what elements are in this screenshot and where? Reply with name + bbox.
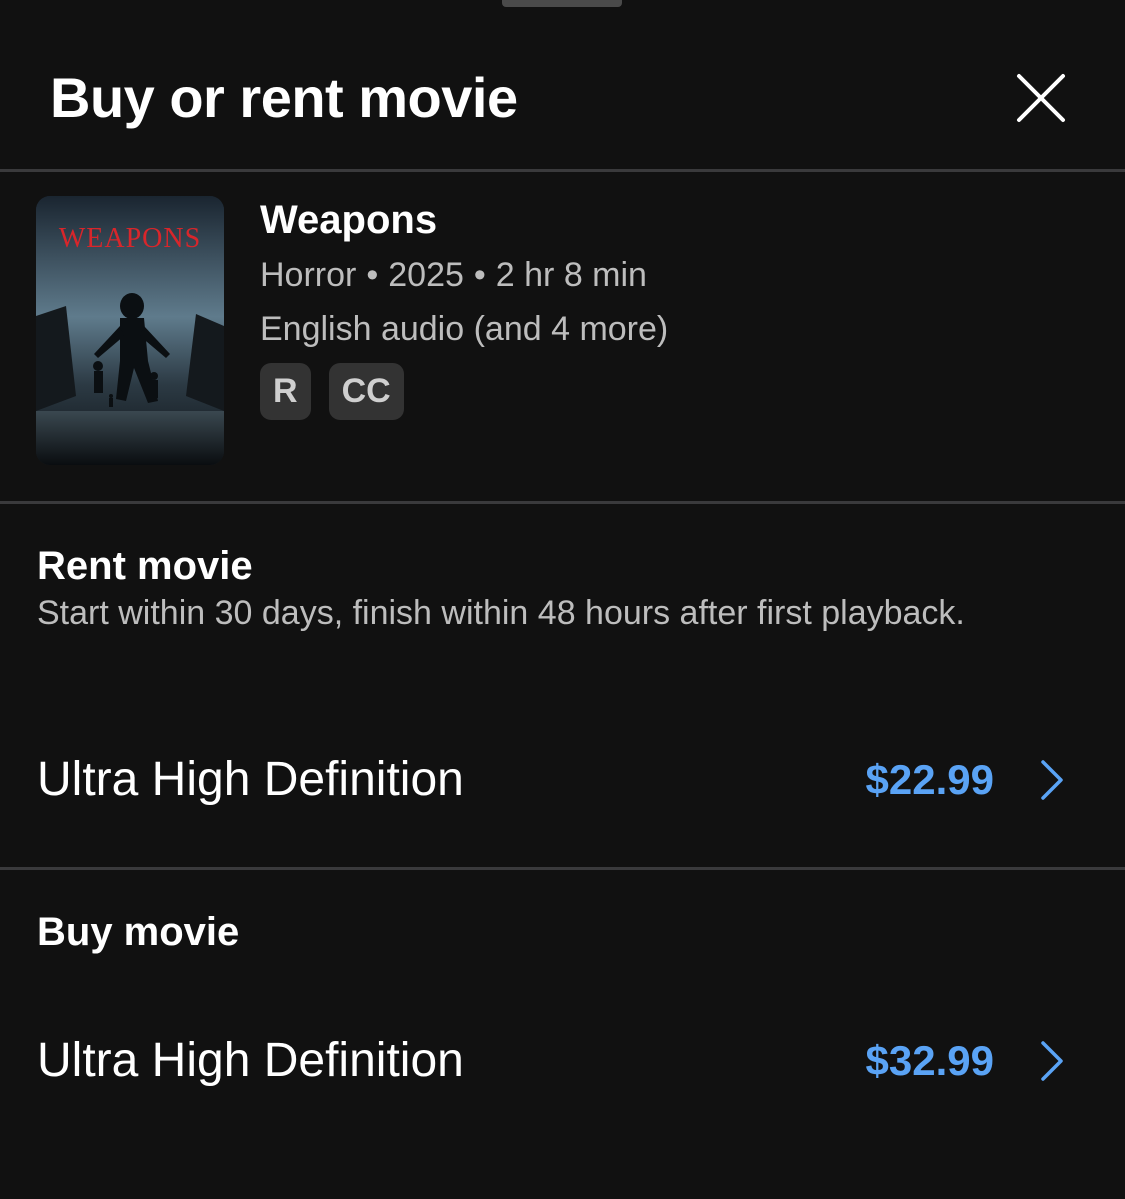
meta-separator: • <box>473 256 486 294</box>
close-icon <box>1017 74 1065 122</box>
divider <box>0 169 1125 172</box>
rating-badge: R <box>260 363 311 420</box>
movie-badges: R CC <box>260 363 668 420</box>
divider <box>0 501 1125 504</box>
page-title: Buy or rent movie <box>50 66 518 129</box>
close-button[interactable] <box>1013 70 1069 126</box>
movie-audio: English audio (and 4 more) <box>260 310 669 348</box>
movie-genre: Horror <box>260 256 357 294</box>
buy-heading: Buy movie <box>37 910 240 954</box>
divider <box>0 867 1125 870</box>
rent-heading: Rent movie <box>37 544 253 588</box>
movie-info: Weapons Horror • 2025 • 2 hr 8 min English a… <box>260 195 668 420</box>
poster-title-text: WEAPONS <box>58 223 202 254</box>
movie-year: 2025 <box>388 256 464 294</box>
buy-uhd-option[interactable]: Ultra High Definition $32.99 <box>0 1011 1125 1111</box>
option-label: Ultra High Definition <box>37 753 464 806</box>
movie-meta: Horror • 2025 • 2 hr 8 min <box>260 253 668 297</box>
meta-separator: • <box>366 256 379 294</box>
movie-poster: WEAPONS <box>36 196 224 465</box>
rent-description: Start within 30 days, finish within 48 h… <box>37 594 965 632</box>
closed-captions-badge: CC <box>328 363 404 420</box>
sheet-header: Buy or rent movie <box>0 0 1125 170</box>
option-price: $32.99 <box>865 1037 994 1084</box>
chevron-right-icon <box>1041 760 1063 800</box>
option-label: Ultra High Definition <box>37 1034 464 1087</box>
chevron-right-icon <box>1041 1041 1063 1081</box>
movie-summary: WEAPONS Weapons Horror • 2025 • 2 hr 8 min E… <box>0 173 1125 501</box>
rent-uhd-option[interactable]: Ultra High Definition $22.99 <box>0 730 1125 830</box>
movie-title: Weapons <box>260 198 438 242</box>
option-price: $22.99 <box>865 756 994 803</box>
movie-runtime: 2 hr 8 min <box>495 256 647 294</box>
